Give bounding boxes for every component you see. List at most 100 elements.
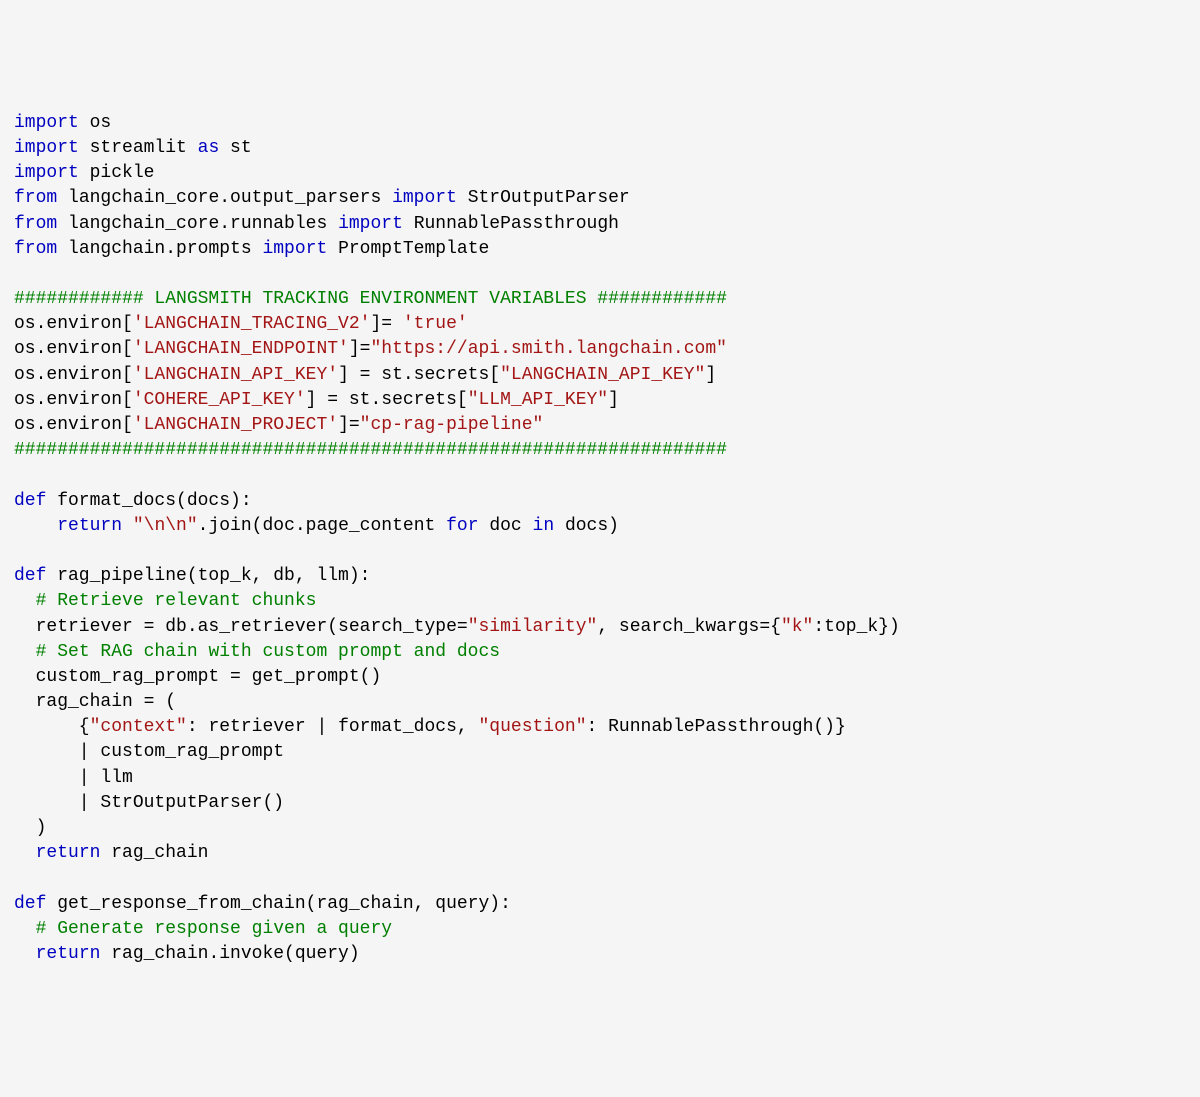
code-token-kw: import: [338, 214, 403, 234]
code-token-txt: [14, 642, 36, 662]
code-token-txt: langchain_core.runnables: [57, 214, 338, 234]
code-line: | StrOutputParser(): [14, 791, 1196, 816]
code-line: os.environ['COHERE_API_KEY'] = st.secret…: [14, 388, 1196, 413]
code-line: def rag_pipeline(top_k, db, llm):: [14, 564, 1196, 589]
code-token-kw: import: [392, 188, 457, 208]
code-token-txt: rag_pipeline(top_k, db, llm):: [46, 566, 370, 586]
code-token-txt: os.environ[: [14, 314, 133, 334]
code-line: # Retrieve relevant chunks: [14, 589, 1196, 614]
code-token-txt: ]=: [338, 415, 360, 435]
code-token-kw: from: [14, 239, 57, 259]
code-token-txt: [14, 591, 36, 611]
code-token-str: "LLM_API_KEY": [468, 390, 608, 410]
code-token-str: "question": [479, 717, 587, 737]
code-block: import osimport streamlit as stimport pi…: [14, 111, 1196, 967]
code-token-kw: import: [14, 163, 79, 183]
code-token-txt: ]=: [349, 339, 371, 359]
code-line: {"context": retriever | format_docs, "qu…: [14, 715, 1196, 740]
code-token-kw: return: [36, 843, 101, 863]
code-token-kw: for: [446, 516, 478, 536]
code-line: from langchain.prompts import PromptTemp…: [14, 237, 1196, 262]
code-line: # Set RAG chain with custom prompt and d…: [14, 640, 1196, 665]
code-token-txt: ]: [705, 365, 716, 385]
code-token-kw: from: [14, 214, 57, 234]
code-token-txt: | llm: [14, 768, 133, 788]
code-line: from langchain_core.output_parsers impor…: [14, 186, 1196, 211]
code-token-txt: os.environ[: [14, 339, 133, 359]
code-token-txt: .join(doc.page_content: [198, 516, 446, 536]
code-token-str: "\n\n": [133, 516, 198, 536]
code-token-txt: RunnablePassthrough: [403, 214, 619, 234]
code-token-txt: PromptTemplate: [327, 239, 489, 259]
code-token-kw: def: [14, 566, 46, 586]
code-token-txt: langchain_core.output_parsers: [57, 188, 392, 208]
code-token-str: 'LANGCHAIN_PROJECT': [133, 415, 338, 435]
code-line: os.environ['LANGCHAIN_PROJECT']="cp-rag-…: [14, 413, 1196, 438]
code-token-str: 'true': [403, 314, 468, 334]
code-token-txt: os.environ[: [14, 390, 133, 410]
code-token-txt: [14, 919, 36, 939]
code-token-kw: return: [57, 516, 122, 536]
code-line: os.environ['LANGCHAIN_API_KEY'] = st.sec…: [14, 363, 1196, 388]
code-token-kw: import: [14, 113, 79, 133]
code-token-txt: st: [219, 138, 251, 158]
code-token-str: "LANGCHAIN_API_KEY": [500, 365, 705, 385]
code-token-txt: ]=: [370, 314, 402, 334]
code-token-str: 'COHERE_API_KEY': [133, 390, 306, 410]
code-token-txt: : RunnablePassthrough()}: [587, 717, 846, 737]
code-token-str: "similarity": [468, 617, 598, 637]
code-line: from langchain_core.runnables import Run…: [14, 212, 1196, 237]
code-line: os.environ['LANGCHAIN_ENDPOINT']="https:…: [14, 337, 1196, 362]
code-token-str: 'LANGCHAIN_API_KEY': [133, 365, 338, 385]
code-line: custom_rag_prompt = get_prompt(): [14, 665, 1196, 690]
code-line: def get_response_from_chain(rag_chain, q…: [14, 892, 1196, 917]
code-token-txt: :top_k}): [813, 617, 899, 637]
code-token-txt: , search_kwargs={: [597, 617, 781, 637]
code-token-txt: ] = st.secrets[: [338, 365, 500, 385]
code-token-txt: os: [79, 113, 111, 133]
code-line: ): [14, 816, 1196, 841]
code-token-com: # Generate response given a query: [36, 919, 392, 939]
code-token-str: "https://api.smith.langchain.com": [370, 339, 726, 359]
code-token-str: "cp-rag-pipeline": [360, 415, 544, 435]
code-line: ########################################…: [14, 438, 1196, 463]
code-line: [14, 262, 1196, 287]
code-token-kw: def: [14, 894, 46, 914]
code-token-txt: [122, 516, 133, 536]
code-token-com: ########################################…: [14, 440, 727, 460]
code-token-com: # Set RAG chain with custom prompt and d…: [36, 642, 500, 662]
code-token-txt: ): [14, 818, 46, 838]
code-line: | custom_rag_prompt: [14, 740, 1196, 765]
code-line: ############ LANGSMITH TRACKING ENVIRONM…: [14, 287, 1196, 312]
code-token-txt: ] = st.secrets[: [306, 390, 468, 410]
code-token-txt: | StrOutputParser(): [14, 793, 284, 813]
code-token-txt: rag_chain: [100, 843, 208, 863]
code-line: return "\n\n".join(doc.page_content for …: [14, 514, 1196, 539]
code-token-txt: doc: [479, 516, 533, 536]
code-token-str: "k": [781, 617, 813, 637]
code-token-kw: def: [14, 491, 46, 511]
code-token-txt: [14, 516, 57, 536]
code-token-str: 'LANGCHAIN_ENDPOINT': [133, 339, 349, 359]
code-token-txt: : retriever | format_docs,: [187, 717, 479, 737]
code-line: def format_docs(docs):: [14, 489, 1196, 514]
code-token-txt: streamlit: [79, 138, 198, 158]
code-token-txt: ]: [608, 390, 619, 410]
code-token-txt: format_docs(docs):: [46, 491, 251, 511]
code-token-str: 'LANGCHAIN_TRACING_V2': [133, 314, 371, 334]
code-token-kw: import: [14, 138, 79, 158]
code-token-kw: from: [14, 188, 57, 208]
code-token-txt: {: [14, 717, 90, 737]
code-line: return rag_chain.invoke(query): [14, 942, 1196, 967]
code-token-str: "context": [90, 717, 187, 737]
code-token-txt: os.environ[: [14, 415, 133, 435]
code-line: import streamlit as st: [14, 136, 1196, 161]
code-line: [14, 866, 1196, 891]
code-token-txt: docs): [554, 516, 619, 536]
code-line: os.environ['LANGCHAIN_TRACING_V2']= 'tru…: [14, 312, 1196, 337]
code-token-kw: import: [262, 239, 327, 259]
code-line: retriever = db.as_retriever(search_type=…: [14, 615, 1196, 640]
code-line: import os: [14, 111, 1196, 136]
code-line: return rag_chain: [14, 841, 1196, 866]
code-token-txt: retriever = db.as_retriever(search_type=: [14, 617, 468, 637]
